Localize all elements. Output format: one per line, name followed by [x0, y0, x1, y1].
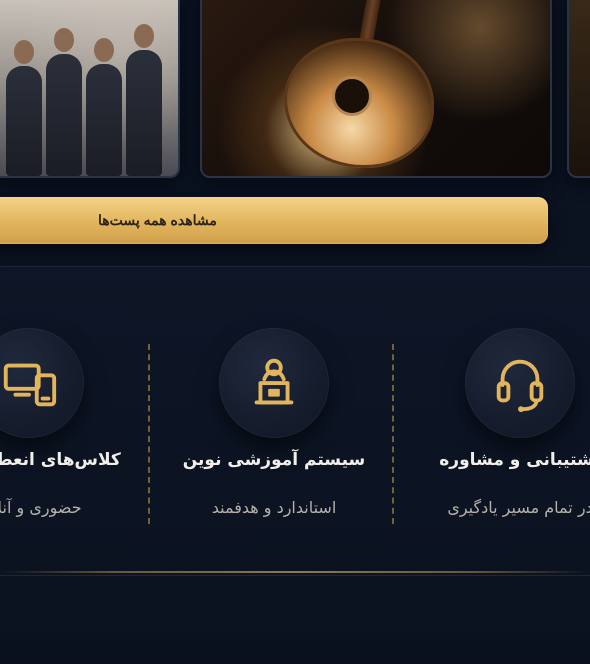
feature-flexible-classes-title: کلاس‌های انعطاف‌پذیر [0, 450, 121, 470]
feature-support: پشتیبانی و مشاوره در تمام مسیر یادگیری [405, 328, 590, 538]
feature-support-subtitle: در تمام مسیر یادگیری [447, 498, 590, 517]
guitar-hole-shape [332, 76, 372, 116]
person-figure [86, 38, 122, 176]
view-all-posts-button[interactable]: مشاهده همه پست‌ها [0, 197, 548, 244]
feature-support-icon-circle [465, 328, 575, 438]
feature-support-title: پشتیبانی و مشاوره [439, 450, 590, 470]
section-divider-bottom [0, 571, 590, 573]
view-all-posts-label: مشاهده همه پست‌ها [98, 212, 217, 228]
headset-icon [496, 359, 544, 413]
teacher-board-icon [254, 358, 294, 405]
guitar-photo [202, 0, 550, 176]
feature-flexible-classes-subtitle: حضوری و آنلاین [0, 498, 82, 517]
feature-education-system-icon-circle [219, 328, 329, 438]
person-figure [46, 28, 82, 176]
feature-education-system-title: سیستم آموزشی نوین [182, 450, 366, 470]
feature-separator [392, 344, 394, 524]
feature-flexible-classes: کلاس‌های انعطاف‌پذیر حضوری و آنلاین [0, 328, 144, 538]
person-figure [126, 24, 162, 176]
post-image-people[interactable] [0, 0, 180, 178]
page: مشاهده همه پست‌ها پشتیبانی و مشاوره در ت… [0, 0, 590, 664]
feature-education-system-subtitle: استاندارد و هدفمند [211, 498, 337, 517]
devices-icon [3, 363, 57, 407]
feature-education-system: سیستم آموزشی نوین استاندارد و هدفمند [159, 328, 389, 538]
dark-photo [569, 0, 590, 176]
people-photo [0, 0, 178, 176]
next-section-strip [0, 620, 590, 664]
feature-flexible-classes-icon-circle [0, 328, 84, 438]
person-figure [6, 40, 42, 176]
post-image-guitar[interactable] [200, 0, 552, 178]
post-image-partial[interactable] [567, 0, 590, 178]
feature-separator [148, 344, 150, 524]
